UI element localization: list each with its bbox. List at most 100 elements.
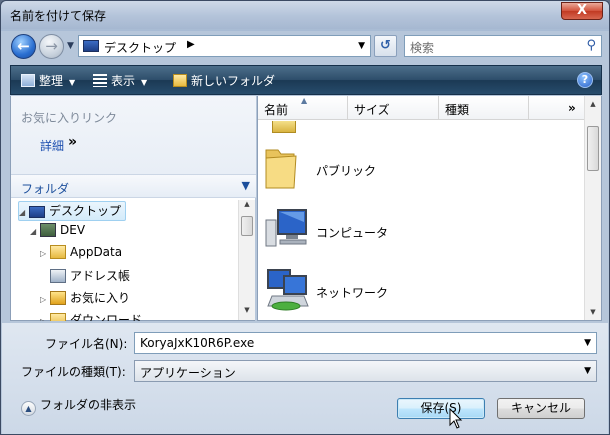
list-item[interactable]: ネットワーク bbox=[264, 266, 564, 318]
organize-menu[interactable]: 整理 ▼ bbox=[21, 72, 75, 89]
scrollbar-thumb[interactable] bbox=[587, 126, 599, 171]
forward-button[interactable]: → bbox=[39, 34, 64, 59]
filename-value[interactable]: KoryaJxK10R6P.exe bbox=[140, 336, 254, 350]
column-name[interactable]: 名前 bbox=[264, 101, 288, 118]
list-item[interactable]: コンピュータ bbox=[264, 206, 564, 258]
chevron-down-icon: ▼ bbox=[584, 366, 591, 376]
desktop-icon bbox=[29, 206, 45, 218]
file-item-label: コンピュータ bbox=[316, 226, 389, 240]
file-list-scrollbar[interactable]: ▲ ▼ bbox=[584, 96, 601, 320]
filetype-select[interactable]: アプリケーション ▼ bbox=[134, 360, 597, 382]
address-bar[interactable]: デスクトップ ▶ ▼ bbox=[78, 35, 371, 57]
filename-label: ファイル名(N): bbox=[45, 337, 128, 351]
scroll-down-icon[interactable]: ▼ bbox=[239, 306, 255, 320]
hide-folders-label: フォルダの非表示 bbox=[40, 398, 137, 412]
folder-icon bbox=[50, 245, 66, 259]
folders-header-label: フォルダ bbox=[21, 182, 70, 196]
chevron-down-icon: ▼ bbox=[141, 78, 148, 87]
filetype-value: アプリケーション bbox=[140, 366, 236, 380]
tree-collapsed-icon[interactable]: ▷ bbox=[40, 295, 50, 304]
views-menu[interactable]: 表示 ▼ bbox=[93, 72, 147, 89]
breadcrumb-arrow-icon[interactable]: ▶ bbox=[187, 39, 195, 50]
tree-item-label: AppData bbox=[70, 245, 123, 259]
downloads-icon bbox=[50, 313, 66, 321]
recent-pages-dropdown-icon[interactable]: ▼ bbox=[67, 41, 74, 51]
column-divider[interactable] bbox=[347, 96, 348, 120]
tree-collapsed-icon[interactable]: ▷ bbox=[40, 249, 50, 258]
new-folder-button[interactable]: 新しいフォルダ bbox=[173, 72, 275, 89]
help-button[interactable]: ? bbox=[577, 72, 593, 88]
back-button[interactable]: ← bbox=[11, 34, 36, 59]
folder-tree-scrollbar[interactable]: ▲ ▼ bbox=[238, 200, 255, 320]
refresh-button[interactable]: ↺ bbox=[374, 35, 397, 57]
scroll-up-icon[interactable]: ▲ bbox=[585, 96, 601, 112]
refresh-icon: ↺ bbox=[380, 38, 391, 53]
organize-label: 整理 bbox=[39, 74, 64, 88]
address-dropdown-icon[interactable]: ▼ bbox=[358, 41, 365, 51]
help-icon: ? bbox=[581, 73, 589, 86]
tree-item-downloads[interactable]: ▷ ダウンロード bbox=[40, 311, 142, 321]
tree-item-contacts[interactable]: アドレス帳 bbox=[40, 267, 130, 287]
tree-item-label: DEV bbox=[60, 223, 86, 237]
more-columns-icon[interactable]: » bbox=[568, 101, 576, 115]
sort-ascending-icon: ▲ bbox=[301, 96, 308, 105]
views-label: 表示 bbox=[111, 74, 136, 88]
mouse-cursor-icon bbox=[449, 408, 463, 429]
column-divider[interactable] bbox=[438, 96, 439, 120]
close-button[interactable]: X bbox=[561, 2, 603, 20]
column-divider[interactable] bbox=[528, 96, 529, 120]
file-item-label: パブリック bbox=[316, 164, 377, 178]
search-placeholder: 検索 bbox=[410, 41, 435, 55]
tree-item-label: ダウンロード bbox=[70, 313, 143, 321]
navigation-pane: お気に入りリンク 詳細 » フォルダ ▼ ◢ デスクトップ ◢ DEV ▷ AppDa… bbox=[10, 96, 256, 321]
new-folder-label: 新しいフォルダ bbox=[191, 74, 276, 88]
column-type[interactable]: 種類 bbox=[445, 101, 469, 118]
search-icon[interactable]: ⚲ bbox=[586, 38, 596, 53]
scroll-up-icon[interactable]: ▲ bbox=[239, 200, 255, 214]
back-arrow-icon: ← bbox=[17, 37, 30, 55]
collapse-up-icon: ▲ bbox=[21, 401, 36, 416]
file-item-label: ネットワーク bbox=[316, 286, 389, 300]
favorites-icon bbox=[50, 291, 66, 305]
tree-item-label: デスクトップ bbox=[49, 204, 122, 218]
column-size[interactable]: サイズ bbox=[354, 101, 390, 118]
cancel-button[interactable]: キャンセル bbox=[497, 398, 585, 419]
chevron-down-icon: ▼ bbox=[241, 179, 250, 192]
tree-item-appdata[interactable]: ▷ AppData bbox=[40, 245, 122, 265]
tree-item-desktop[interactable]: ◢ デスクトップ bbox=[18, 201, 126, 221]
hide-folders-toggle[interactable]: ▲ フォルダの非表示 bbox=[21, 396, 136, 416]
partial-folder-icon bbox=[272, 121, 296, 133]
chevron-down-icon: ▼ bbox=[69, 78, 76, 87]
column-header-row: ▲ 名前 サイズ 種類 » bbox=[258, 96, 585, 120]
scroll-down-icon[interactable]: ▼ bbox=[585, 304, 601, 320]
address-path[interactable]: デスクトップ bbox=[104, 39, 176, 56]
tree-expanded-icon[interactable]: ◢ bbox=[19, 208, 29, 217]
search-box[interactable]: 検索 ⚲ bbox=[404, 35, 602, 57]
tree-item-label: お気に入り bbox=[70, 291, 131, 305]
filetype-label: ファイルの種類(T): bbox=[21, 365, 126, 379]
details-link[interactable]: 詳細 bbox=[40, 137, 64, 154]
filename-dropdown-icon[interactable]: ▼ bbox=[584, 338, 591, 348]
new-folder-icon bbox=[173, 74, 187, 87]
tree-item-favorites[interactable]: ▷ お気に入り bbox=[40, 289, 130, 309]
tree-collapsed-icon[interactable]: ▷ bbox=[40, 317, 50, 321]
filename-field[interactable]: KoryaJxK10R6P.exe ▼ bbox=[134, 332, 597, 354]
organize-icon bbox=[21, 74, 35, 87]
forward-arrow-icon: → bbox=[45, 37, 58, 55]
tree-item-label: アドレス帳 bbox=[70, 269, 131, 283]
desktop-icon bbox=[83, 40, 99, 52]
user-folder-icon bbox=[40, 223, 56, 237]
views-icon bbox=[93, 74, 107, 87]
list-item[interactable]: パブリック bbox=[264, 144, 564, 196]
save-button[interactable]: 保存(S) bbox=[397, 398, 485, 419]
tree-expanded-icon[interactable]: ◢ bbox=[30, 227, 40, 236]
details-expand-icon[interactable]: » bbox=[68, 134, 77, 150]
folders-header[interactable]: フォルダ ▼ bbox=[11, 174, 256, 198]
scrollbar-thumb[interactable] bbox=[241, 216, 253, 236]
folder-icon bbox=[265, 149, 297, 189]
tree-item-dev[interactable]: ◢ DEV bbox=[30, 223, 85, 243]
favorite-links-section: お気に入りリンク 詳細 » bbox=[11, 96, 256, 174]
save-as-dialog: 名前を付けて保存 X ← → ▼ デスクトップ ▶ ▼ ↺ 検索 ⚲ 整理 ▼ 表… bbox=[0, 0, 610, 435]
network-icon bbox=[267, 269, 309, 311]
close-icon: X bbox=[576, 3, 588, 18]
